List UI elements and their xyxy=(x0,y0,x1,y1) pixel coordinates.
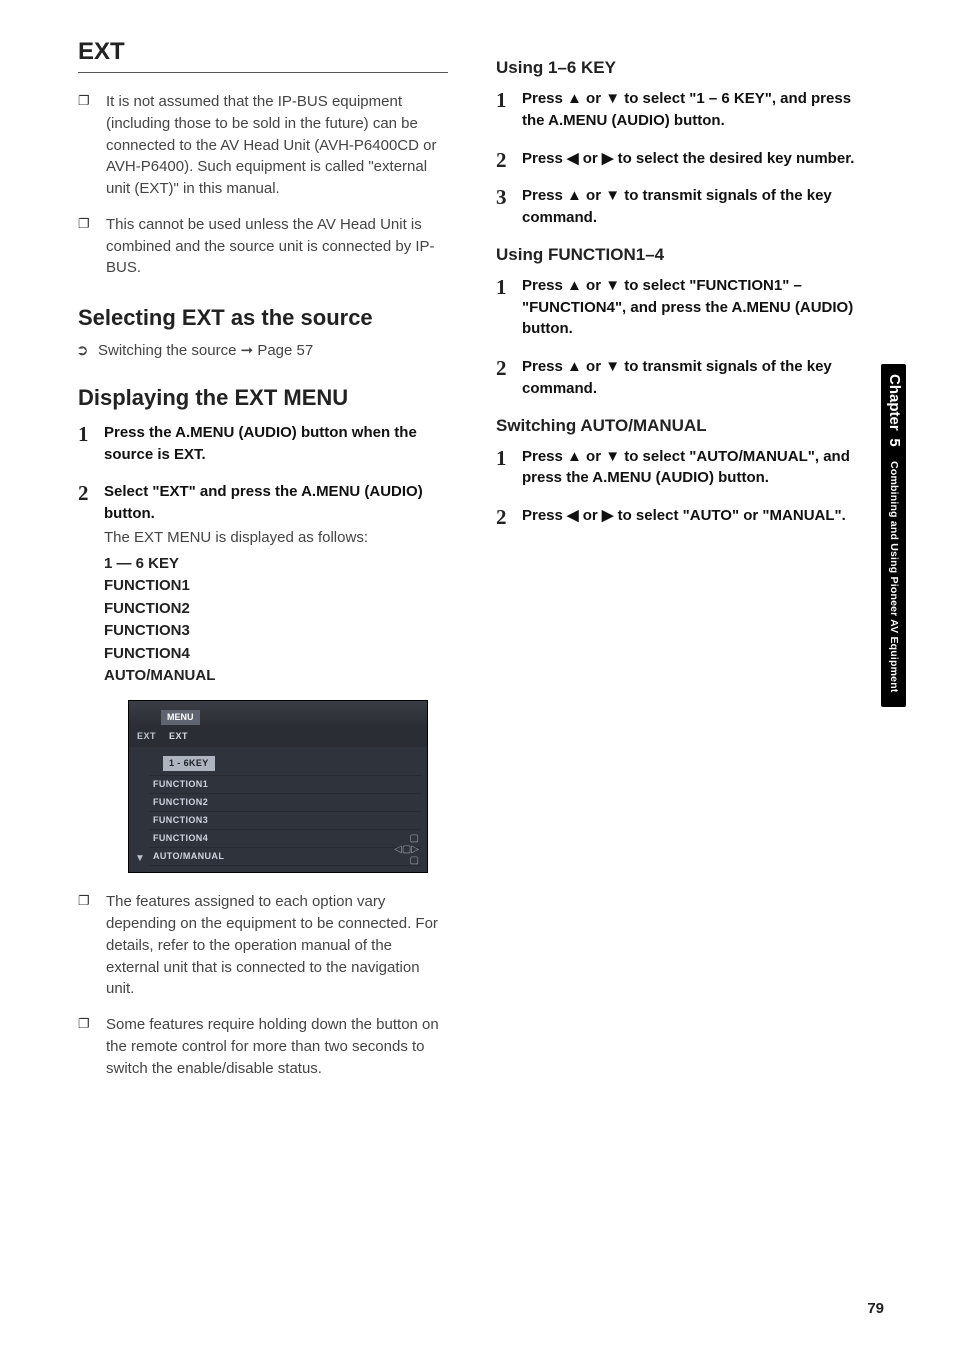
screenshot-nav-icons: ▢ ◁▢▷ ▢ xyxy=(394,833,419,866)
step-instruction: Press ▲ or ▼ to transmit signals of the … xyxy=(522,187,832,226)
subheading-selecting-ext: Selecting EXT as the source xyxy=(78,305,448,331)
menu-option: FUNCTION4 xyxy=(104,643,448,666)
step-list-1-6-key: Press ▲ or ▼ to select "1 – 6 KEY", and … xyxy=(496,88,866,229)
section-title: EXT xyxy=(78,38,448,66)
two-column-layout: EXT It is not assumed that the IP-BUS eq… xyxy=(78,38,884,1093)
note-list-1: It is not assumed that the IP-BUS equipm… xyxy=(78,91,448,279)
step-instruction: Press ◀ or ▶ to select "AUTO" or "MANUAL… xyxy=(522,507,846,524)
step-item: Press ▲ or ▼ to select "1 – 6 KEY", and … xyxy=(496,88,866,132)
step-list-function-1-4: Press ▲ or ▼ to select "FUNCTION1" – "FU… xyxy=(496,275,866,400)
menu-option: FUNCTION3 xyxy=(104,620,448,643)
chevron-down-icon: ▼ xyxy=(135,852,145,867)
step-item: Press ▲ or ▼ to transmit signals of the … xyxy=(496,356,866,400)
menu-option: FUNCTION2 xyxy=(104,598,448,621)
chapter-side-tab: Chapter 5 Combining and Using Pioneer AV… xyxy=(881,364,906,707)
screenshot-row-highlighted: 1 - 6KEY xyxy=(163,756,215,771)
menu-option: AUTO/MANUAL xyxy=(104,665,448,688)
step-body-text: The EXT MENU is displayed as follows: xyxy=(104,527,448,549)
subheading-using-function-1-4: Using FUNCTION1–4 xyxy=(496,245,866,265)
note-item: The features assigned to each option var… xyxy=(98,891,448,1000)
screenshot-row: FUNCTION1 xyxy=(149,776,421,794)
step-instruction: Press ▲ or ▼ to transmit signals of the … xyxy=(522,358,832,397)
dpad-icon: ▢ xyxy=(394,834,419,844)
note-item: This cannot be used unless the AV Head U… xyxy=(98,214,448,279)
screenshot-source-label: EXT xyxy=(137,731,156,741)
dpad-icon: ◁▢▷ xyxy=(394,845,419,855)
cross-reference: Switching the source ➞ Page 57 xyxy=(78,341,448,359)
screenshot-row: AUTO/MANUAL xyxy=(149,848,421,866)
note-list-2: The features assigned to each option var… xyxy=(78,891,448,1079)
screenshot-row: 1 - 6KEY xyxy=(149,749,421,776)
screenshot-row: FUNCTION2 xyxy=(149,794,421,812)
chapter-label: Chapter xyxy=(886,374,903,431)
ext-menu-options: 1 — 6 KEY FUNCTION1 FUNCTION2 FUNCTION3 … xyxy=(104,553,448,688)
page: EXT It is not assumed that the IP-BUS eq… xyxy=(0,0,954,1355)
step-item: Press the A.MENU (AUDIO) button when the… xyxy=(78,422,448,466)
page-number: 79 xyxy=(867,1300,884,1317)
step-instruction: Press the A.MENU (AUDIO) button when the… xyxy=(104,424,417,463)
note-item: It is not assumed that the IP-BUS equipm… xyxy=(98,91,448,200)
menu-option: 1 — 6 KEY xyxy=(104,553,448,576)
ref-page: Page 57 xyxy=(257,342,313,359)
step-instruction: Press ▲ or ▼ to select "AUTO/MANUAL", an… xyxy=(522,448,850,487)
screenshot-source-value: EXT xyxy=(169,731,188,741)
ref-text: Switching the source xyxy=(98,342,236,359)
arrow-right-icon: ➞ xyxy=(241,342,254,359)
screenshot-body: 1 - 6KEY FUNCTION1 FUNCTION2 FUNCTION3 F… xyxy=(129,747,427,872)
step-instruction: Select "EXT" and press the A.MENU (AUDIO… xyxy=(104,483,423,522)
menu-option: FUNCTION1 xyxy=(104,575,448,598)
chapter-number: 5 xyxy=(886,438,903,446)
step-item: Press ◀ or ▶ to select the desired key n… xyxy=(496,148,866,170)
screenshot-header: MENU xyxy=(129,701,427,729)
note-item: Some features require holding down the b… xyxy=(98,1014,448,1079)
subheading-using-1-6-key: Using 1–6 KEY xyxy=(496,58,866,78)
step-instruction: Press ▲ or ▼ to select "1 – 6 KEY", and … xyxy=(522,90,851,129)
screenshot-row: FUNCTION3 xyxy=(149,812,421,830)
chapter-title: Combining and Using Pioneer AV Equipment xyxy=(888,461,900,692)
step-item: Press ▲ or ▼ to select "AUTO/MANUAL", an… xyxy=(496,446,866,490)
step-list-auto-manual: Press ▲ or ▼ to select "AUTO/MANUAL", an… xyxy=(496,446,866,527)
step-item: Press ▲ or ▼ to select "FUNCTION1" – "FU… xyxy=(496,275,866,340)
left-column: EXT It is not assumed that the IP-BUS eq… xyxy=(78,38,448,1093)
step-item: Press ◀ or ▶ to select "AUTO" or "MANUAL… xyxy=(496,505,866,527)
screenshot-source-row: EXT EXT xyxy=(129,728,427,747)
title-rule xyxy=(78,72,448,73)
step-item: Press ▲ or ▼ to transmit signals of the … xyxy=(496,185,866,229)
screenshot-row: FUNCTION4 xyxy=(149,830,421,848)
step-instruction: Press ◀ or ▶ to select the desired key n… xyxy=(522,150,854,167)
screenshot-menu-tab: MENU xyxy=(161,710,200,725)
step-item: Select "EXT" and press the A.MENU (AUDIO… xyxy=(78,481,448,873)
device-screenshot: MENU EXT EXT 1 - 6KEY FUNCTION1 FUNCTION… xyxy=(128,700,428,874)
subheading-switching-auto-manual: Switching AUTO/MANUAL xyxy=(496,416,866,436)
step-list-ext-menu: Press the A.MENU (AUDIO) button when the… xyxy=(78,422,448,874)
subheading-displaying-ext-menu: Displaying the EXT MENU xyxy=(78,385,448,411)
step-instruction: Press ▲ or ▼ to select "FUNCTION1" – "FU… xyxy=(522,277,853,338)
right-column: Using 1–6 KEY Press ▲ or ▼ to select "1 … xyxy=(496,38,884,1093)
dpad-icon: ▢ xyxy=(394,856,419,866)
